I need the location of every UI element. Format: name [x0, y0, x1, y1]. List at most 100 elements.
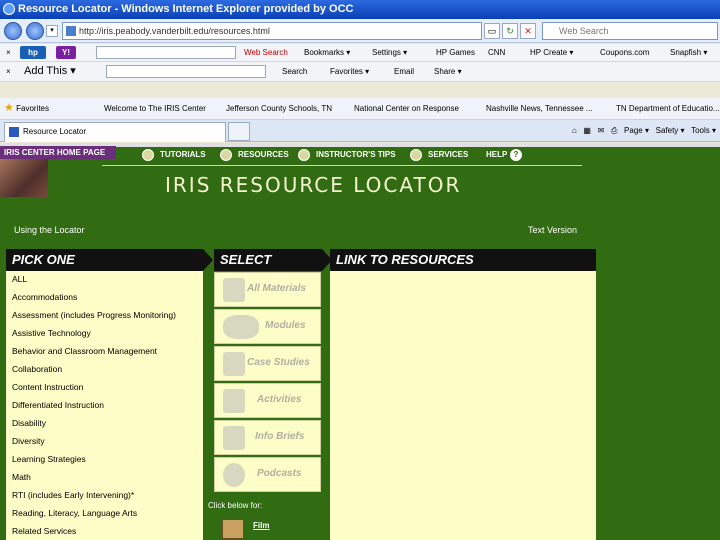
select-label: Case Studies: [247, 357, 310, 368]
close-toolbar-icon[interactable]: ×: [6, 44, 11, 61]
film-icon[interactable]: [222, 519, 244, 539]
topic-item[interactable]: Differentiated Instruction: [12, 400, 104, 410]
info-briefs-icon: [223, 426, 245, 450]
history-dropdown-icon[interactable]: ▾: [46, 25, 58, 37]
home-icon[interactable]: ⌂: [572, 126, 577, 135]
favorite-link[interactable]: Jefferson County Schools, TN: [226, 98, 332, 119]
star-icon: ★: [4, 102, 14, 114]
select-header: SELECT: [214, 249, 332, 271]
nav-instructors-tips[interactable]: INSTRUCTOR'S TIPS: [316, 148, 396, 162]
info-briefs-button[interactable]: Info Briefs: [214, 420, 321, 455]
all-materials-icon: [223, 278, 245, 302]
bookmarks-menu[interactable]: Bookmarks ▾: [304, 44, 350, 61]
topic-item[interactable]: Math: [12, 472, 31, 482]
favorite-link[interactable]: National Center on Response: [354, 98, 459, 119]
stop-icon[interactable]: ✕: [520, 23, 536, 39]
refresh-icon[interactable]: ↻: [502, 23, 518, 39]
ie-logo-icon: [3, 3, 15, 15]
topic-item[interactable]: Reading, Literacy, Language Arts: [12, 508, 137, 518]
yahoo-logo-icon[interactable]: Y!: [56, 46, 76, 59]
hp-toolbar: × hp Y! Web Search Bookmarks ▾ Settings …: [0, 44, 720, 62]
tutorials-icon: [142, 149, 154, 161]
topic-item[interactable]: Behavior and Classroom Management: [12, 346, 157, 356]
nav-services[interactable]: SERVICES: [428, 148, 468, 162]
instructors-tips-icon: [298, 149, 310, 161]
addthis-search-input[interactable]: [106, 65, 266, 78]
web-search-input[interactable]: Web Search: [542, 22, 718, 40]
address-url: http://iris.peabody.vanderbilt.edu/resou…: [79, 26, 270, 36]
nav-resources[interactable]: RESOURCES: [238, 148, 289, 162]
forward-button[interactable]: [26, 22, 44, 40]
addthis-toolbar: × Add This ▾ Search Favorites ▾ Email Sh…: [0, 62, 720, 82]
safety-menu[interactable]: Safety ▾: [656, 126, 685, 135]
tab-title: Resource Locator: [23, 127, 87, 136]
topic-item[interactable]: Content Instruction: [12, 382, 83, 392]
toolbar-web-search-button[interactable]: Web Search: [244, 44, 288, 61]
activities-button[interactable]: Activities: [214, 383, 321, 418]
mail-icon[interactable]: ✉: [598, 126, 605, 135]
window-title: Resource Locator - Windows Internet Expl…: [18, 3, 354, 15]
all-materials-button[interactable]: All Materials: [214, 272, 321, 307]
addthis-favorites-menu[interactable]: Favorites ▾: [330, 62, 369, 81]
case-studies-icon: [223, 352, 245, 376]
toolbar-search-input[interactable]: [96, 46, 236, 59]
new-tab-button[interactable]: [228, 122, 250, 141]
page-menu[interactable]: Page ▾: [624, 126, 649, 135]
addthis-share-menu[interactable]: Share ▾: [434, 62, 462, 81]
addthis-email-button[interactable]: Email: [394, 62, 414, 81]
material-type-list: All Materials Modules Case Studies Activ…: [214, 271, 322, 540]
favorites-label: Favorites: [16, 104, 50, 113]
topic-item[interactable]: Diversity: [12, 436, 45, 446]
hp-create-menu[interactable]: HP Create ▾: [530, 44, 573, 61]
tab-bar: Resource Locator ⌂ ▦ ✉ ⎙ Page ▾ Safety ▾…: [0, 120, 720, 142]
snapfish-menu[interactable]: Snapfish ▾: [670, 44, 707, 61]
using-locator-link[interactable]: Using the Locator: [14, 225, 85, 235]
address-toolbar: ▾ http://iris.peabody.vanderbilt.edu/res…: [0, 19, 720, 43]
header-photo: [0, 159, 48, 197]
case-studies-button[interactable]: Case Studies: [214, 346, 321, 381]
topic-item[interactable]: Assessment (includes Progress Monitoring…: [12, 310, 176, 320]
help-icon[interactable]: ?: [510, 149, 522, 161]
topic-item[interactable]: Learning Strategies: [12, 454, 86, 464]
addthis-search-button[interactable]: Search: [282, 62, 307, 81]
activities-icon: [223, 389, 245, 413]
topic-item[interactable]: Assistive Technology: [12, 328, 91, 338]
window-title-bar: Resource Locator - Windows Internet Expl…: [0, 0, 720, 19]
coupons-link[interactable]: Coupons.com: [600, 44, 649, 61]
page-title: IRIS RESOURCE LOCATOR: [165, 173, 462, 197]
favorites-button[interactable]: ★ Favorites: [4, 98, 49, 119]
hp-games-link[interactable]: HP Games: [436, 44, 475, 61]
topic-item[interactable]: RTI (includes Early Intervening)*: [12, 490, 134, 500]
tab-resource-locator[interactable]: Resource Locator: [4, 122, 226, 142]
settings-menu[interactable]: Settings ▾: [372, 44, 407, 61]
topic-item[interactable]: Collaboration: [12, 364, 62, 374]
address-bar[interactable]: http://iris.peabody.vanderbilt.edu/resou…: [62, 22, 482, 40]
podcasts-button[interactable]: Podcasts: [214, 457, 321, 492]
compat-view-icon[interactable]: ▭: [484, 23, 500, 39]
add-this-button[interactable]: Add This ▾: [24, 62, 76, 81]
nav-tutorials[interactable]: TUTORIALS: [160, 148, 206, 162]
select-label: Info Briefs: [255, 431, 305, 442]
favorite-link[interactable]: TN Department of Educatio...: [616, 98, 720, 119]
search-placeholder: Web Search: [559, 26, 609, 36]
favorite-link[interactable]: Welcome to The IRIS Center: [104, 98, 206, 119]
tools-menu[interactable]: Tools ▾: [691, 126, 716, 135]
back-button[interactable]: [4, 22, 22, 40]
topic-item[interactable]: Disability: [12, 418, 46, 428]
nav-help[interactable]: HELP: [486, 148, 507, 162]
feeds-icon[interactable]: ▦: [583, 126, 591, 135]
hp-logo-icon[interactable]: hp: [20, 46, 46, 59]
close-toolbar-icon[interactable]: ×: [6, 62, 11, 81]
text-version-link[interactable]: Text Version: [528, 225, 577, 235]
print-icon[interactable]: ⎙: [611, 126, 617, 135]
topic-item[interactable]: Accommodations: [12, 292, 77, 302]
services-icon: [410, 149, 422, 161]
select-label: Activities: [257, 394, 302, 405]
film-link[interactable]: Film: [253, 521, 269, 530]
topic-item[interactable]: ALL: [12, 274, 27, 284]
topic-item[interactable]: Related Services: [12, 526, 76, 536]
cnn-link[interactable]: CNN: [488, 44, 505, 61]
iris-home-link[interactable]: IRIS CENTER HOME PAGE: [0, 146, 116, 159]
favorite-link[interactable]: Nashville News, Tennessee ...: [486, 98, 593, 119]
modules-button[interactable]: Modules: [214, 309, 321, 344]
